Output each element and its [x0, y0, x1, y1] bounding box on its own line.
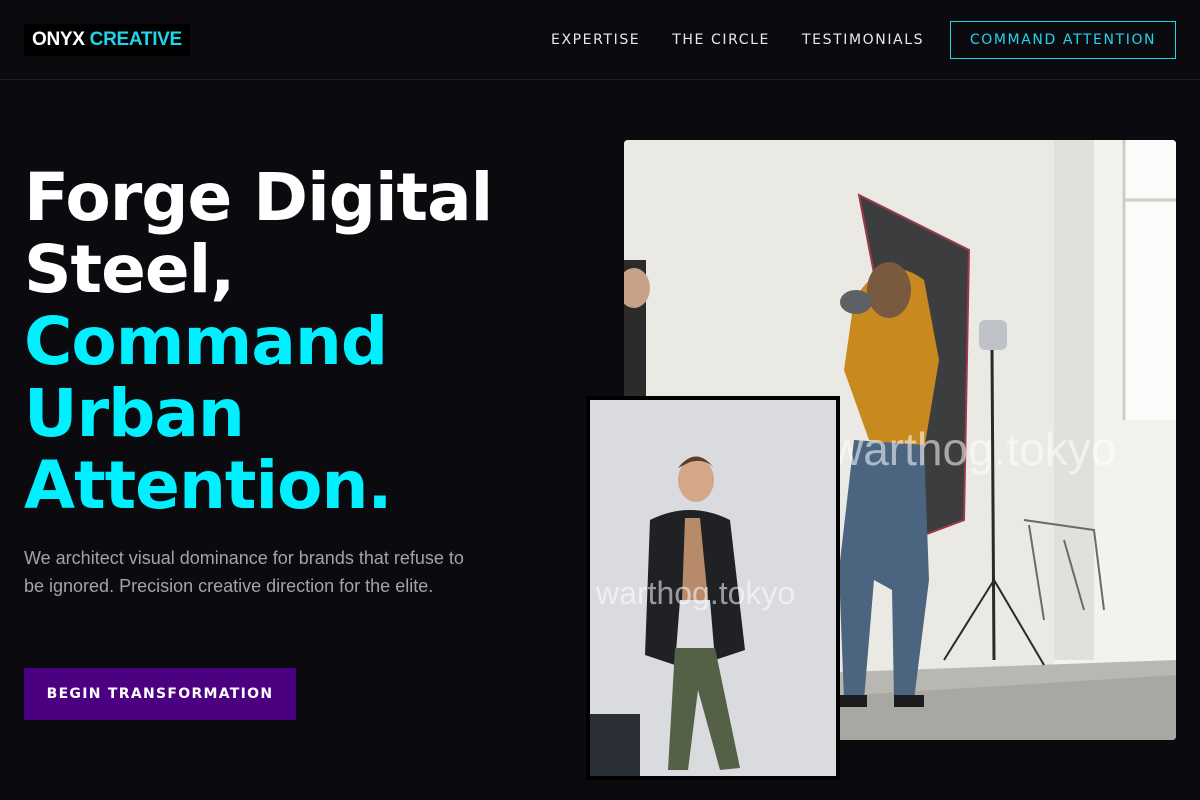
model-photo: warthog.tokyo: [586, 396, 840, 780]
logo-word-onyx: ONYX: [32, 29, 85, 50]
site-header: ONYX CREATIVE EXPERTISE THE CIRCLE TESTI…: [0, 0, 1200, 80]
studio-photo-watermark: warthog.tokyo: [830, 423, 1117, 475]
command-attention-button[interactable]: COMMAND ATTENTION: [950, 21, 1176, 59]
headline-line-5: Attention.: [24, 447, 393, 524]
begin-transformation-button[interactable]: BEGIN TRANSFORMATION: [24, 668, 296, 720]
headline-line-4: Urban: [24, 375, 245, 452]
nav-link-testimonials[interactable]: TESTIMONIALS: [802, 32, 924, 48]
nav-link-expertise[interactable]: EXPERTISE: [551, 32, 640, 48]
logo-word-creative: CREATIVE: [89, 29, 183, 50]
headline-line-3: Command: [24, 303, 388, 380]
headline-line-1: Forge Digital: [24, 159, 493, 236]
landing-page: ONYX CREATIVE EXPERTISE THE CIRCLE TESTI…: [0, 0, 1200, 800]
brand-logo[interactable]: ONYX CREATIVE: [24, 24, 190, 56]
headline-line-2: Steel,: [24, 231, 235, 308]
model-photo-watermark: warthog.tokyo: [596, 575, 796, 611]
nav-link-the-circle[interactable]: THE CIRCLE: [672, 32, 770, 48]
hero-subtext: We architect visual dominance for brands…: [24, 548, 464, 596]
hero-headline: Forge Digital Steel, Command Urban Atten…: [24, 162, 564, 522]
main-nav: EXPERTISE THE CIRCLE TESTIMONIALS: [551, 0, 956, 80]
